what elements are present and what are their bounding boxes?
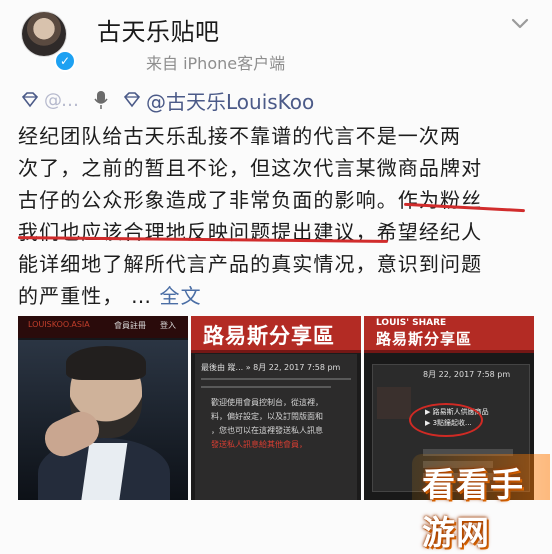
portrait-photo	[18, 340, 188, 500]
diamond-icon	[21, 92, 39, 108]
forum-meta: 8月 22, 2017 7:58 pm	[423, 370, 511, 379]
post-line: 我们也应该合理地反映问题提出建议，希望经纪人	[18, 220, 483, 244]
post-line: 次了，之前的暂且不论，但这次代言某微商品牌对	[18, 156, 483, 180]
post-header: ✓ 古天乐贴吧 来自 iPhone客户端	[0, 0, 552, 84]
mention-link[interactable]: @古天乐LouisKoo	[146, 86, 314, 115]
forum-text-line: 歡迎使用會員控制台，從這裡，	[211, 398, 323, 407]
ellipsis: …	[130, 284, 153, 308]
chevron-down-icon[interactable]	[511, 18, 529, 30]
forum-text-line: 發送私人訊息給其他會員，	[211, 440, 307, 449]
forum-text-line: ，您也可以在這裡發送私人訊息	[211, 426, 323, 435]
blurred-username: @…	[44, 89, 79, 111]
site-watermark: 看看手游网	[422, 465, 524, 552]
forum-text: 歡迎使用會員控制台，從這裡， 料，偏好設定，以及訂閱版面和 ，您也可以在這裡發送…	[211, 396, 351, 452]
account-name[interactable]: 古天乐贴吧	[97, 12, 220, 47]
forum-text-line: 料，偏好設定，以及訂閱版面和	[211, 412, 323, 421]
post-content: 经纪团队给古天乐乱接不靠谱的代言不是一次两 次了，之前的暂且不论，但这次代言某微…	[18, 120, 534, 312]
forum-banner-subtitle: LOUIS' SHARE	[376, 318, 447, 328]
verified-badge-icon: ✓	[54, 50, 76, 72]
post-line: 经纪团队给古天乐乱接不靠谱的代言不是一次两	[18, 124, 462, 148]
avatar[interactable]	[22, 12, 66, 56]
forum-meta: 最後由 蹤... » 8月 22, 2017 7:58 pm	[201, 363, 341, 372]
member-register: 會員註冊	[114, 321, 146, 330]
microphone-icon	[94, 91, 108, 109]
site-bar: LOUISKOO.ASIA 會員註冊 登入	[18, 316, 188, 338]
post-line: 能详细地了解所代言产品的真实情况，意识到问题	[18, 252, 483, 276]
image-thumbnail-1[interactable]: LOUISKOO.ASIA 會員註冊 登入	[18, 316, 188, 500]
forum-banner-title: 路易斯分享區	[376, 330, 473, 348]
read-more-link[interactable]: 全文	[160, 284, 202, 308]
post-source: 来自 iPhone客户端	[146, 54, 286, 73]
forum-body: 最後由 蹤... » 8月 22, 2017 7:58 pm 歡迎使用會員控制台…	[195, 354, 357, 500]
forum-banner: 路易斯分享區	[191, 316, 361, 353]
post-line: 的严重性，	[18, 284, 124, 308]
login-text: 登入	[160, 321, 176, 330]
mention-row: @… @古天乐LouisKoo	[20, 86, 314, 115]
post-line: 古仔的公众形象造成了非常负面的影响。作为粉丝	[18, 188, 483, 212]
diamond-icon	[123, 92, 141, 108]
image-thumbnail-2[interactable]: 路易斯分享區 最後由 蹤... » 8月 22, 2017 7:58 pm 歡迎…	[191, 316, 361, 500]
red-circle-highlight	[409, 403, 483, 437]
forum-banner: LOUIS' SHARE 路易斯分享區	[364, 316, 534, 353]
forum-banner-title: 路易斯分享區	[203, 324, 335, 348]
site-brand: LOUISKOO.ASIA	[28, 320, 90, 329]
post-line-last: 的严重性， … 全文	[18, 280, 534, 312]
mini-avatar	[377, 387, 411, 419]
